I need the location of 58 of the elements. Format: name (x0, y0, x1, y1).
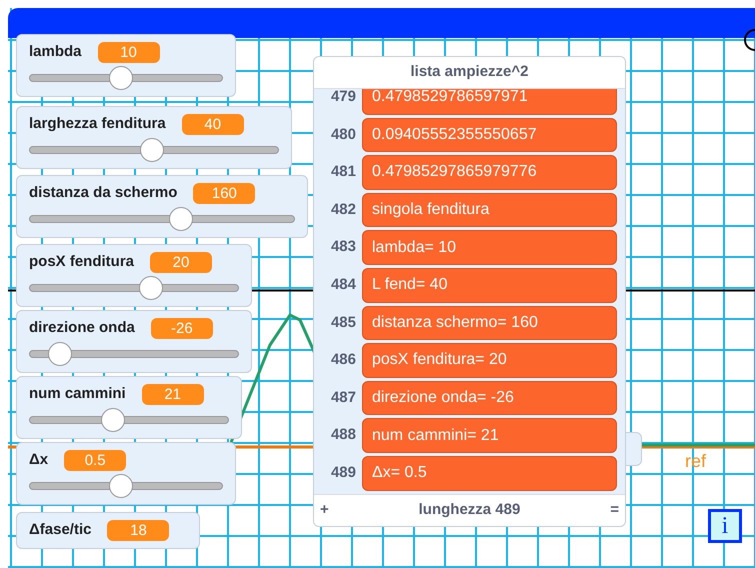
circle-sprite (742, 28, 755, 52)
variable-value: 18 (107, 520, 170, 541)
variable-value: 10 (98, 42, 160, 63)
list-index: 480 (330, 124, 356, 145)
list-item[interactable]: lambda= 10 (362, 230, 617, 265)
variable-value: 40 (182, 114, 244, 135)
list-index: 487 (330, 388, 356, 408)
list-length: lunghezza 489 (418, 500, 520, 520)
variable-name: direzione onda (29, 318, 135, 338)
variable-name: num cammini (29, 384, 126, 404)
slider[interactable] (29, 276, 239, 300)
variable-value: 21 (142, 384, 204, 405)
variable-value: 0.5 (64, 450, 126, 471)
slider-thumb[interactable] (169, 206, 194, 230)
slider-thumb[interactable] (138, 276, 163, 300)
variable-value: 160 (193, 182, 256, 204)
slider[interactable] (29, 206, 295, 230)
list-item[interactable]: 0.09405552355550657 (362, 118, 617, 152)
variable-value: -26 (150, 318, 213, 339)
variable-name: distanza da schermo (29, 183, 178, 203)
variable-name: posX fenditura (29, 252, 134, 272)
list-item[interactable]: 0.4798529786597971 (362, 89, 617, 115)
list-index: 484 (330, 275, 356, 296)
list-item[interactable]: distanza schermo= 160 (362, 306, 617, 340)
info-button[interactable]: i (708, 509, 742, 543)
resize-handle[interactable]: = (610, 499, 619, 522)
list-item[interactable]: Δx= 0.5 (362, 456, 617, 491)
list-index: 481 (330, 162, 356, 182)
list-item[interactable]: posX fenditura= 20 (362, 343, 617, 378)
slider[interactable] (29, 138, 279, 162)
add-item-button[interactable]: + (320, 499, 329, 522)
list-index: 482 (330, 200, 356, 220)
slider-thumb[interactable] (101, 408, 126, 432)
list-index: 483 (330, 237, 356, 258)
list-item[interactable]: L fend= 40 (362, 268, 617, 303)
slider-thumb[interactable] (48, 342, 72, 366)
slider[interactable] (29, 342, 239, 366)
list-item[interactable]: singola fenditura (362, 192, 617, 228)
variable-name: larghezza fenditura (29, 114, 166, 134)
list-item[interactable]: 0.47985297865979776 (362, 155, 617, 190)
list-item[interactable]: direzione onda= -26 (362, 380, 617, 416)
list-index: 479 (330, 89, 356, 108)
slider[interactable] (29, 66, 223, 90)
list-index: 488 (330, 425, 356, 446)
variable-name: Δfase/tic (29, 520, 92, 540)
list-index: 486 (330, 350, 356, 370)
slider[interactable] (29, 408, 229, 432)
slider-thumb[interactable] (108, 66, 133, 90)
variable-name: lambda (29, 42, 82, 62)
list-title: lista ampiezze^2 (314, 57, 625, 89)
variable-value: 20 (150, 252, 212, 273)
list-index: 489 (330, 462, 356, 483)
variable-name: Δx (29, 450, 48, 470)
slider-thumb[interactable] (140, 138, 164, 162)
list-item[interactable]: num cammini= 21 (362, 418, 617, 453)
slider-thumb[interactable] (108, 474, 133, 498)
slider[interactable] (29, 474, 223, 498)
list-index: 485 (330, 312, 356, 333)
